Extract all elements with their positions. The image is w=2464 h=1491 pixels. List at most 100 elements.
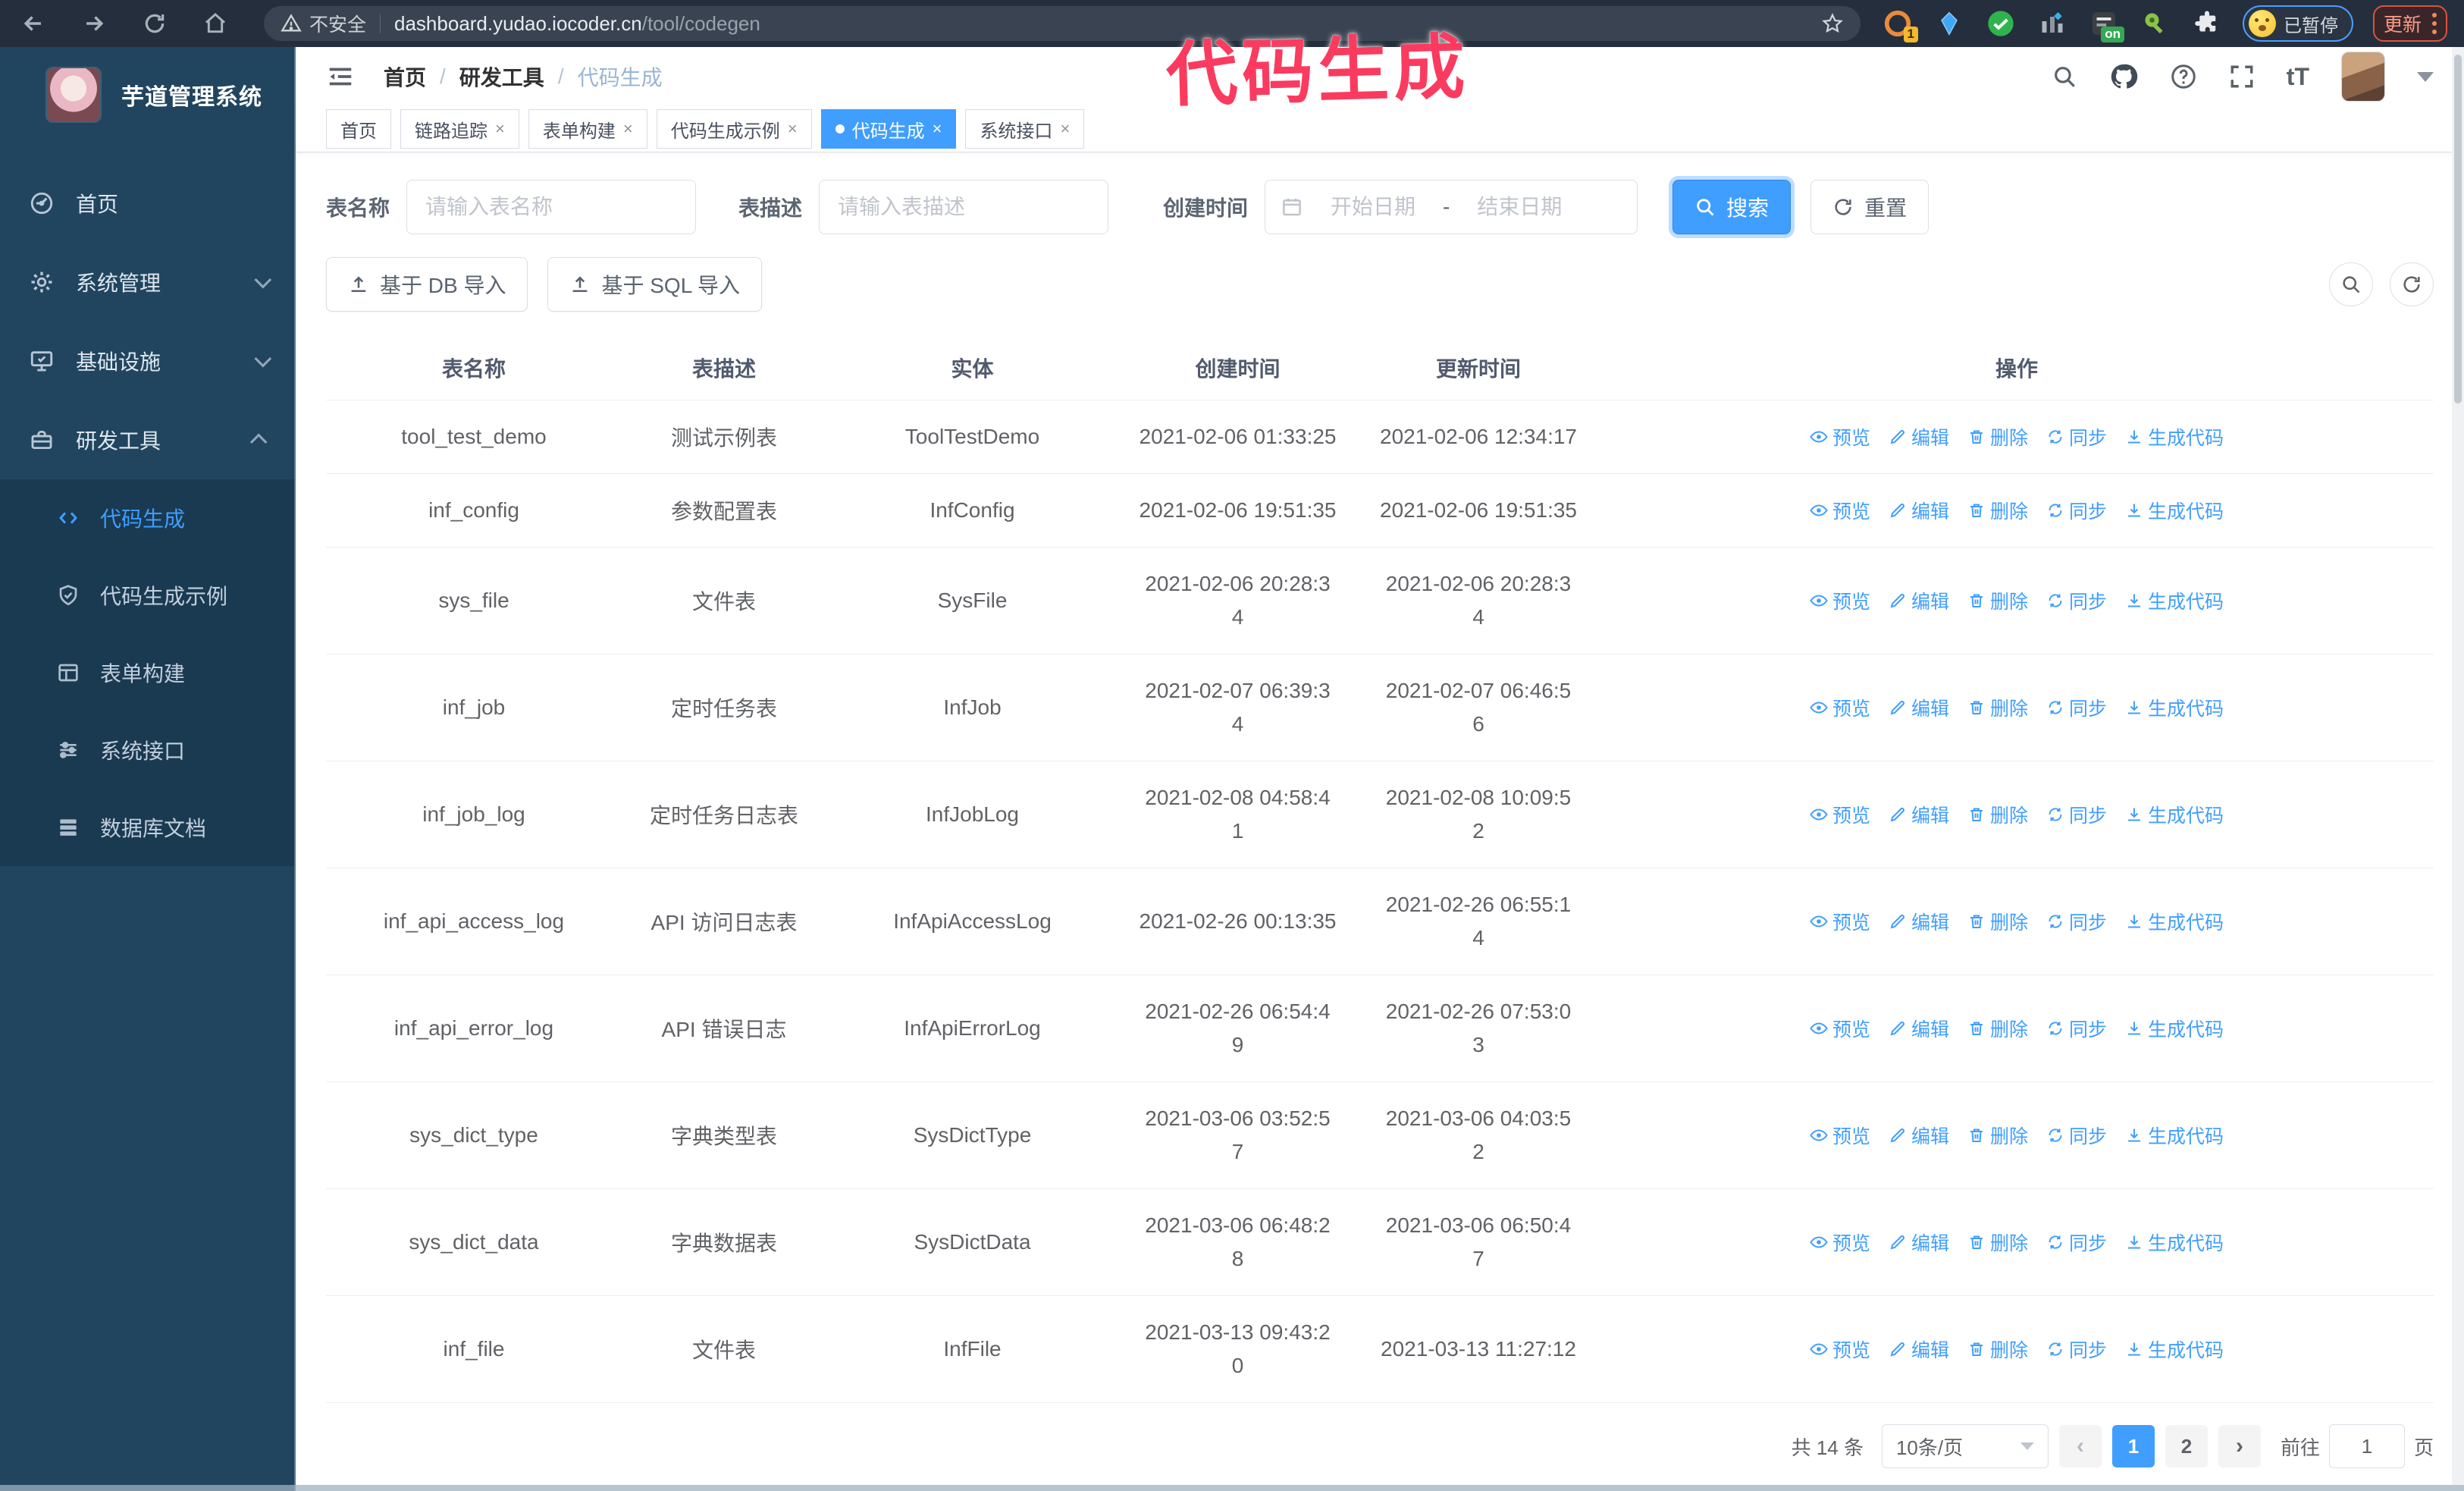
sidebar-item-infrastructure[interactable]: 基础设施 (0, 322, 294, 400)
import-sql-button[interactable]: 基于 SQL 导入 (547, 257, 763, 312)
delete-link[interactable]: 删除 (1967, 1229, 2028, 1256)
sync-link[interactable]: 同步 (2046, 423, 2107, 450)
bookmark-star-icon[interactable] (1821, 12, 1844, 35)
tab-tracing[interactable]: 链路追踪 × (400, 109, 519, 149)
delete-link[interactable]: 删除 (1967, 908, 2028, 935)
browser-menu-icon[interactable] (2432, 13, 2437, 34)
prev-page-button[interactable]: ‹ (2058, 1425, 2102, 1467)
preview-link[interactable]: 预览 (1810, 1336, 1870, 1363)
delete-link[interactable]: 删除 (1967, 1122, 2028, 1149)
browser-forward-button[interactable] (77, 7, 111, 40)
close-icon[interactable]: × (623, 121, 633, 137)
reset-button[interactable]: 重置 (1810, 180, 1930, 234)
generate-code-link[interactable]: 生成代码 (2125, 587, 2224, 614)
extension-icon-2[interactable] (1933, 8, 1965, 39)
browser-back-button[interactable] (17, 7, 50, 40)
sidebar-item-db-docs[interactable]: 数据库文档 (0, 789, 294, 866)
sync-link[interactable]: 同步 (2046, 587, 2107, 614)
page-scrollbar[interactable] (2452, 47, 2464, 1485)
edit-link[interactable]: 编辑 (1889, 694, 1949, 721)
goto-page-input[interactable] (2328, 1424, 2405, 1468)
address-bar[interactable]: 不安全 dashboard.yudao.iocoder.cn/tool/code… (264, 6, 1861, 41)
refresh-table-button[interactable] (2390, 262, 2434, 306)
sidebar-item-form-builder[interactable]: 表单构建 (0, 634, 294, 711)
user-menu-caret-icon[interactable] (2417, 71, 2434, 82)
toggle-search-button[interactable] (2329, 262, 2373, 306)
close-icon[interactable]: × (788, 121, 798, 137)
edit-link[interactable]: 编辑 (1889, 1015, 1949, 1042)
sidebar-item-codegen[interactable]: 代码生成 (0, 479, 294, 557)
create-time-range-picker[interactable]: - (1265, 180, 1638, 234)
preview-link[interactable]: 预览 (1810, 908, 1870, 935)
search-icon[interactable] (2052, 64, 2077, 89)
browser-update-button[interactable]: 更新 (2372, 5, 2447, 42)
preview-link[interactable]: 预览 (1810, 694, 1870, 721)
edit-link[interactable]: 编辑 (1889, 1336, 1949, 1363)
extension-icon-6[interactable] (2140, 8, 2171, 39)
next-page-button[interactable]: › (2218, 1425, 2261, 1467)
generate-code-link[interactable]: 生成代码 (2125, 801, 2224, 828)
delete-link[interactable]: 删除 (1967, 1015, 2028, 1042)
import-db-button[interactable]: 基于 DB 导入 (326, 257, 528, 312)
sidebar-item-codegen-example[interactable]: 代码生成示例 (0, 557, 294, 634)
tab-system-api[interactable]: 系统接口 × (965, 109, 1085, 149)
preview-link[interactable]: 预览 (1810, 1229, 1870, 1256)
delete-link[interactable]: 删除 (1967, 497, 2028, 524)
github-icon[interactable] (2109, 62, 2138, 91)
generate-code-link[interactable]: 生成代码 (2125, 1336, 2224, 1363)
sync-link[interactable]: 同步 (2046, 1229, 2107, 1256)
preview-link[interactable]: 预览 (1810, 423, 1870, 450)
scrollbar-thumb[interactable] (2454, 55, 2462, 403)
generate-code-link[interactable]: 生成代码 (2125, 1122, 2224, 1149)
preview-link[interactable]: 预览 (1810, 497, 1870, 524)
search-button[interactable]: 搜索 (1672, 180, 1792, 234)
generate-code-link[interactable]: 生成代码 (2125, 497, 2224, 524)
preview-link[interactable]: 预览 (1810, 1015, 1870, 1042)
generate-code-link[interactable]: 生成代码 (2125, 1229, 2224, 1256)
breadcrumb-dev-tools[interactable]: 研发工具 (459, 61, 544, 92)
browser-reload-button[interactable] (138, 7, 171, 40)
delete-link[interactable]: 删除 (1967, 801, 2028, 828)
table-desc-input[interactable] (819, 180, 1109, 234)
generate-code-link[interactable]: 生成代码 (2125, 908, 2224, 935)
page-button-1[interactable]: 1 (2111, 1425, 2155, 1467)
sync-link[interactable]: 同步 (2046, 1015, 2107, 1042)
user-avatar[interactable] (2341, 52, 2385, 102)
sidebar-item-dev-tools[interactable]: 研发工具 (0, 400, 294, 479)
preview-link[interactable]: 预览 (1810, 801, 1870, 828)
help-icon[interactable] (2170, 63, 2197, 90)
end-date-input[interactable] (1459, 195, 1581, 219)
browser-home-button[interactable] (199, 7, 232, 40)
tab-codegen[interactable]: 代码生成 × (820, 109, 957, 149)
extension-icon-1[interactable]: 1 (1882, 8, 1918, 42)
page-size-select[interactable]: 10条/页 (1881, 1424, 2049, 1468)
edit-link[interactable]: 编辑 (1889, 908, 1949, 935)
delete-link[interactable]: 删除 (1967, 694, 2028, 721)
close-icon[interactable]: × (1060, 121, 1070, 137)
sync-link[interactable]: 同步 (2046, 801, 2107, 828)
edit-link[interactable]: 编辑 (1889, 587, 1949, 614)
extension-icon-5[interactable]: on (2088, 8, 2124, 42)
extension-icon-3[interactable] (1985, 8, 2017, 39)
edit-link[interactable]: 编辑 (1889, 423, 1949, 450)
sidebar-logo[interactable]: 芋道管理系统 (0, 47, 294, 143)
preview-link[interactable]: 预览 (1810, 1122, 1870, 1149)
breadcrumb-home[interactable]: 首页 (384, 61, 426, 92)
font-size-icon[interactable]: tT (2287, 63, 2309, 91)
page-button-2[interactable]: 2 (2165, 1425, 2208, 1467)
browser-profile-paused-badge[interactable]: 已暂停 (2242, 5, 2353, 42)
delete-link[interactable]: 删除 (1967, 587, 2028, 614)
sidebar-collapse-icon[interactable] (326, 62, 355, 91)
sync-link[interactable]: 同步 (2046, 1336, 2107, 1363)
extensions-puzzle-icon[interactable] (2191, 8, 2223, 39)
close-icon[interactable]: × (495, 121, 505, 137)
table-name-input[interactable] (406, 180, 697, 234)
sync-link[interactable]: 同步 (2046, 1122, 2107, 1149)
generate-code-link[interactable]: 生成代码 (2125, 694, 2224, 721)
close-icon[interactable]: × (933, 121, 942, 137)
edit-link[interactable]: 编辑 (1889, 1122, 1949, 1149)
extension-icon-4[interactable] (2036, 8, 2068, 39)
edit-link[interactable]: 编辑 (1889, 497, 1949, 524)
generate-code-link[interactable]: 生成代码 (2125, 1015, 2224, 1042)
tab-codegen-example[interactable]: 代码生成示例 × (656, 109, 812, 149)
